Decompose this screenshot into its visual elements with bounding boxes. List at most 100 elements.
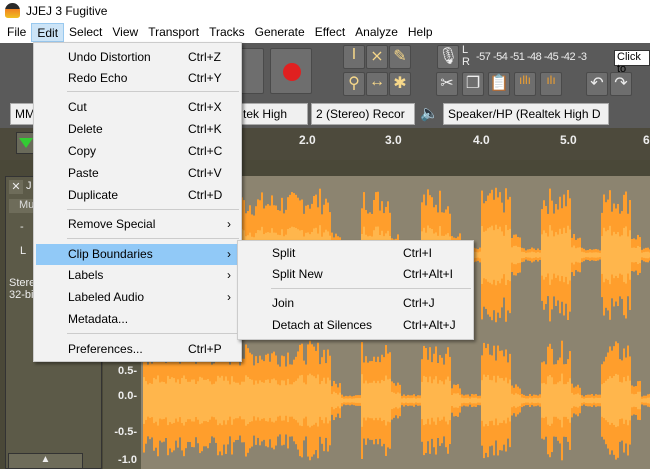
- wave-rms: [279, 385, 281, 416]
- menu-item-paste[interactable]: Paste Ctrl+V: [36, 163, 239, 184]
- meter-scale[interactable]: -57 -54 -51 -48 -45 -42 -3: [476, 51, 587, 63]
- menu-item-preferences[interactable]: Preferences... Ctrl+P: [36, 339, 239, 360]
- draw-tool[interactable]: ✎: [389, 45, 411, 69]
- wave-rms: [535, 397, 537, 404]
- submenu-item-join[interactable]: Join Ctrl+J: [240, 293, 471, 314]
- wave-rms: [603, 382, 605, 419]
- wave-rms: [305, 384, 307, 417]
- mic-icon[interactable]: 🎙: [437, 45, 459, 69]
- selection-tool[interactable]: I: [343, 45, 365, 69]
- wave-rms: [217, 375, 219, 426]
- wave-rms: [277, 384, 279, 417]
- wave-rms: [441, 381, 443, 420]
- menu-item-copy[interactable]: Copy Ctrl+C: [36, 141, 239, 162]
- wave-rms: [477, 252, 479, 258]
- submenu-item-split[interactable]: Split Ctrl+I: [240, 243, 471, 264]
- menu-effect[interactable]: Effect: [310, 23, 350, 42]
- wave-rms: [155, 379, 157, 422]
- menu-item-metadata[interactable]: Metadata...: [36, 309, 239, 330]
- wave-rms: [337, 394, 339, 407]
- silence-icon[interactable]: ılı: [540, 72, 562, 96]
- wave-rms: [169, 378, 171, 423]
- menu-item-delete[interactable]: Delete Ctrl+K: [36, 119, 239, 140]
- wave-rms: [293, 382, 295, 419]
- menu-analyze[interactable]: Analyze: [350, 23, 403, 42]
- menu-edit[interactable]: Edit: [31, 23, 65, 42]
- trim-icon[interactable]: ıllı: [514, 72, 536, 96]
- wave-rms: [503, 235, 505, 275]
- wave-rms: [481, 380, 483, 421]
- wave-rms: [625, 226, 627, 284]
- menu-item-labels[interactable]: Labels ›: [36, 265, 239, 286]
- wave-rms: [263, 382, 265, 419]
- gain-slider[interactable]: -: [20, 221, 24, 233]
- wave-rms: [237, 382, 239, 419]
- menu-file[interactable]: File: [2, 23, 31, 42]
- wave-rms: [491, 225, 493, 285]
- wave-rms: [389, 378, 391, 423]
- menu-item-remove-special[interactable]: Remove Special ›: [36, 214, 239, 235]
- collapse-button[interactable]: ▲: [8, 453, 83, 469]
- multi-tool[interactable]: ✱: [389, 72, 411, 96]
- menu-generate[interactable]: Generate: [250, 23, 310, 42]
- submenu-item-split-new[interactable]: Split New Ctrl+Alt+I: [240, 264, 471, 285]
- recording-device-select[interactable]: tek High: [238, 103, 308, 125]
- wave-rms: [201, 377, 203, 424]
- wave-rms: [159, 382, 161, 419]
- menu-item-cut[interactable]: Cut Ctrl+X: [36, 97, 239, 118]
- undo-icon[interactable]: ↶: [586, 72, 608, 96]
- menu-tracks[interactable]: Tracks: [204, 23, 250, 42]
- wave-rms: [635, 393, 637, 408]
- menu-help[interactable]: Help: [403, 23, 438, 42]
- envelope-tool[interactable]: ⨯: [366, 45, 388, 69]
- wave-rms: [593, 252, 595, 258]
- paste-icon[interactable]: 📋: [488, 72, 510, 96]
- menu-select[interactable]: Select: [64, 23, 107, 42]
- tick: 5.0: [560, 133, 577, 147]
- wave-rms: [425, 376, 427, 425]
- wave-rms: [607, 378, 609, 423]
- zoom-tool[interactable]: ⚲: [343, 72, 365, 96]
- timeshift-tool[interactable]: ↔: [366, 72, 388, 96]
- copy-icon[interactable]: ❐: [462, 72, 484, 96]
- record-button[interactable]: [270, 48, 312, 94]
- wave-rms: [243, 381, 245, 420]
- wave-rms: [439, 380, 441, 421]
- wave-rms: [401, 398, 403, 403]
- triangle-down-icon: [19, 138, 33, 148]
- wave-rms: [151, 383, 153, 418]
- menu-item-undo-distortion[interactable]: Undo Distortion Ctrl+Z: [36, 47, 239, 68]
- wave-rms: [233, 381, 235, 420]
- wave-rms: [495, 382, 497, 419]
- pan-slider[interactable]: L: [20, 245, 26, 257]
- wave-rms: [527, 398, 529, 403]
- playback-device-select[interactable]: Speaker/HP (Realtek High D: [443, 103, 609, 125]
- menu-view[interactable]: View: [107, 23, 143, 42]
- menu-separator: [67, 91, 239, 92]
- menu-item-duplicate[interactable]: Duplicate Ctrl+D: [36, 185, 239, 206]
- wave-rms: [407, 397, 409, 404]
- close-track-icon[interactable]: ✕: [9, 180, 23, 194]
- track-name[interactable]: J: [26, 180, 32, 192]
- wave-rms: [579, 394, 581, 407]
- wave-rms: [229, 384, 231, 417]
- wave-rms: [435, 376, 437, 425]
- redo-icon[interactable]: ↷: [610, 72, 632, 96]
- wave-rms: [443, 384, 445, 417]
- wave-rms: [219, 377, 221, 424]
- wave-rms: [493, 375, 495, 426]
- submenu-item-detach-at-silences[interactable]: Detach at Silences Ctrl+Alt+J: [240, 315, 471, 336]
- wave-rms: [335, 392, 337, 409]
- wave-rms: [581, 251, 583, 259]
- menu-transport[interactable]: Transport: [143, 23, 204, 42]
- wave-rms: [627, 236, 629, 274]
- cut-icon[interactable]: ✂: [436, 72, 458, 96]
- chevron-right-icon: ›: [227, 290, 231, 304]
- menu-item-redo-echo[interactable]: Redo Echo Ctrl+Y: [36, 68, 239, 89]
- menu-item-labeled-audio[interactable]: Labeled Audio ›: [36, 287, 239, 308]
- channels-select[interactable]: 2 (Stereo) Recor: [311, 103, 415, 125]
- wave-rms: [561, 233, 563, 277]
- wave-rms: [405, 398, 407, 403]
- menu-item-clip-boundaries[interactable]: Clip Boundaries ›: [36, 244, 239, 265]
- wave-rms: [187, 381, 189, 420]
